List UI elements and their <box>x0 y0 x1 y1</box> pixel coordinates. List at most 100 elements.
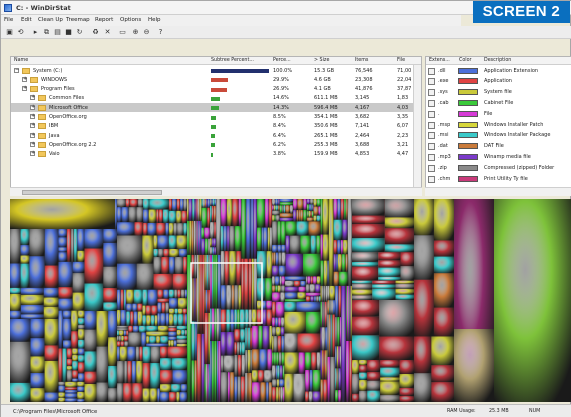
treemap-block[interactable] <box>226 332 235 356</box>
treemap-block[interactable] <box>312 370 321 392</box>
treemap-block[interactable] <box>352 316 380 336</box>
treemap-block[interactable] <box>297 292 306 300</box>
treemap-block[interactable] <box>319 296 321 302</box>
treemap-block[interactable] <box>303 253 321 277</box>
treemap-block[interactable] <box>325 285 328 302</box>
treemap-block[interactable] <box>58 252 67 262</box>
treemap-block[interactable] <box>279 205 283 214</box>
treemap-block[interactable] <box>201 227 205 239</box>
treemap-block[interactable] <box>181 210 187 224</box>
treemap-block[interactable] <box>200 220 202 255</box>
treemap-block[interactable] <box>181 330 185 336</box>
treemap-block[interactable] <box>84 229 104 249</box>
treemap-block[interactable] <box>279 276 282 286</box>
treemap-block[interactable] <box>207 207 211 228</box>
treemap-block[interactable] <box>176 335 187 340</box>
treemap-block[interactable] <box>321 327 326 351</box>
treemap-block[interactable] <box>335 317 338 347</box>
treemap-block[interactable] <box>327 285 330 301</box>
treemap-block[interactable] <box>352 266 379 281</box>
treemap-block[interactable] <box>226 309 231 333</box>
treemap-block[interactable] <box>246 199 252 259</box>
treemap-block[interactable] <box>272 317 276 328</box>
treemap-block[interactable] <box>150 346 161 364</box>
treemap-block[interactable] <box>117 341 121 347</box>
treemap-block[interactable] <box>84 351 97 372</box>
treemap-block[interactable] <box>117 289 121 311</box>
treemap-block[interactable] <box>433 199 454 241</box>
treemap-block[interactable] <box>218 341 221 402</box>
treemap-block[interactable] <box>176 343 187 347</box>
treemap-block[interactable] <box>78 324 85 330</box>
treemap-block[interactable] <box>336 254 338 272</box>
treemap-block[interactable] <box>176 330 182 336</box>
treemap-block[interactable] <box>269 325 273 350</box>
treemap-block[interactable] <box>335 368 337 391</box>
treemap-block[interactable] <box>330 356 336 402</box>
treemap-block[interactable] <box>252 349 260 371</box>
treemap-block[interactable] <box>326 301 328 328</box>
treemap-block[interactable] <box>384 228 414 245</box>
treemap-block[interactable] <box>66 358 73 367</box>
treemap-block[interactable] <box>265 199 269 228</box>
treemap-block[interactable] <box>192 278 194 322</box>
treemap-block[interactable] <box>153 235 158 249</box>
treemap-block[interactable] <box>188 199 193 221</box>
treemap-block[interactable] <box>346 285 347 341</box>
treemap-block[interactable] <box>399 374 414 388</box>
treemap-block[interactable] <box>296 210 299 222</box>
treemap-block[interactable] <box>252 325 259 350</box>
treemap-block[interactable] <box>433 273 454 308</box>
treemap-block[interactable] <box>273 205 276 211</box>
treemap-block[interactable] <box>117 346 120 362</box>
treemap-block[interactable] <box>245 372 248 402</box>
treemap-block[interactable] <box>395 288 414 295</box>
treemap-block[interactable] <box>289 235 301 254</box>
treemap-block[interactable] <box>168 199 173 211</box>
treemap-block[interactable] <box>173 340 177 347</box>
treemap-block[interactable] <box>275 215 280 222</box>
treemap-block[interactable] <box>281 336 285 353</box>
col-subtree-percent[interactable]: Subtree Percent... <box>211 58 254 63</box>
treemap-block[interactable] <box>332 300 334 315</box>
treemap-block[interactable] <box>168 340 172 347</box>
treemap-block[interactable] <box>153 257 162 274</box>
treemap-block[interactable] <box>234 226 242 252</box>
treemap-block[interactable] <box>157 302 162 314</box>
treemap-block[interactable] <box>247 372 249 402</box>
treemap-block[interactable] <box>337 254 342 272</box>
tree-row[interactable]: + Vaio 3.8% 159.9 MB 4,853 4,47 <box>11 150 421 159</box>
menu-help[interactable]: Help <box>148 17 161 23</box>
treemap-block[interactable] <box>372 280 396 285</box>
treemap-block[interactable] <box>142 388 151 402</box>
treemap-block[interactable] <box>205 199 207 208</box>
treemap-block[interactable] <box>183 223 187 236</box>
treemap-block[interactable] <box>115 199 117 229</box>
treemap-block[interactable] <box>320 260 324 286</box>
treemap-block[interactable] <box>103 229 117 243</box>
treemap-block[interactable] <box>320 379 324 402</box>
treemap-block[interactable] <box>312 204 314 212</box>
treemap-block[interactable] <box>234 309 238 330</box>
treemap-block[interactable] <box>328 199 334 286</box>
treemap-block[interactable] <box>138 325 147 333</box>
treemap-block[interactable] <box>338 390 342 402</box>
treemap-block[interactable] <box>239 342 242 356</box>
treemap-block[interactable] <box>324 350 327 380</box>
tree-row[interactable]: + IBM 8.4% 350.6 MB 7,141 6,07 <box>11 122 421 131</box>
treemap-block[interactable] <box>72 378 79 382</box>
treemap-block[interactable] <box>210 199 212 206</box>
treemap-block[interactable] <box>72 370 79 379</box>
treemap-block[interactable] <box>262 309 267 326</box>
treemap-block[interactable] <box>327 300 330 315</box>
treemap-block[interactable] <box>343 240 348 255</box>
treemap-block[interactable] <box>160 358 173 371</box>
treemap-block[interactable] <box>220 309 227 333</box>
treemap-block[interactable] <box>327 314 329 357</box>
treemap-block[interactable] <box>194 254 197 279</box>
treemap-block[interactable] <box>129 199 138 208</box>
treemap-block[interactable] <box>261 227 264 252</box>
treemap-block[interactable] <box>316 276 321 285</box>
treemap-block[interactable] <box>272 221 278 245</box>
treemap-block[interactable] <box>168 336 177 341</box>
